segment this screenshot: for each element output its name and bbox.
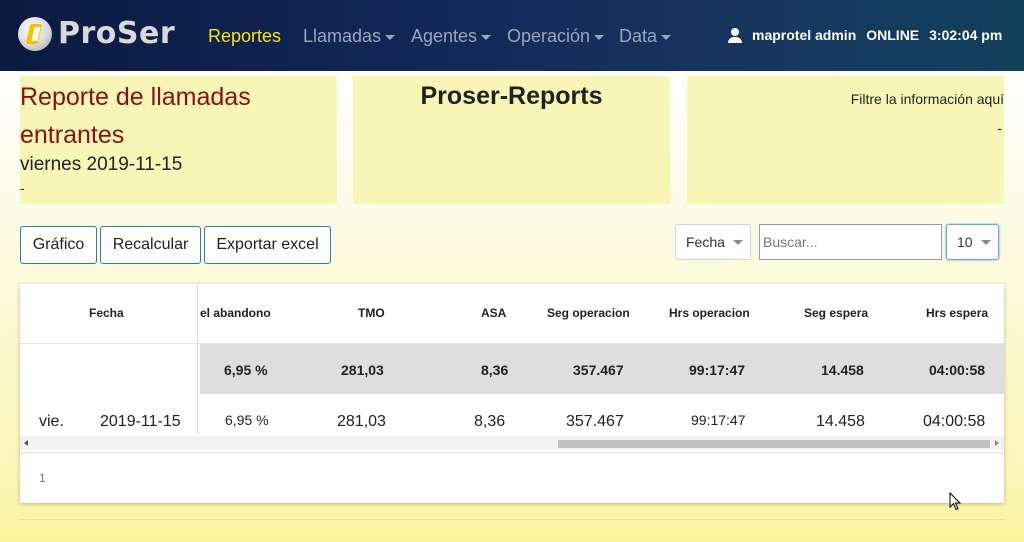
report-info-panel: Reporte de llamadas entrantes viernes 20… — [20, 76, 337, 204]
chevron-down-icon — [661, 34, 672, 40]
scroll-left-icon[interactable] — [24, 440, 28, 446]
total-cell: 99:17:47 — [689, 362, 746, 378]
column-header-seg-espera[interactable]: Seg espera — [804, 306, 868, 320]
user-icon — [728, 27, 742, 43]
export-excel-button[interactable]: Exportar excel — [204, 226, 331, 264]
user-name: maprotel admin — [752, 27, 857, 43]
horizontal-scrollbar[interactable] — [20, 436, 1004, 450]
row-cell: 281,03 — [337, 413, 386, 430]
column-header-asa[interactable]: ASA — [481, 306, 506, 320]
search-input[interactable]: Buscar... — [759, 224, 942, 260]
report-date: viernes 2019-11-15 — [20, 154, 183, 175]
nav-reportes[interactable]: Reportes — [208, 26, 281, 47]
filter-value: - — [997, 120, 1002, 136]
chevron-down-icon — [385, 34, 396, 40]
recalcular-button[interactable]: Recalcular — [100, 226, 201, 264]
nav-operacion-label: Operación — [507, 26, 591, 46]
mouse-cursor-icon — [949, 492, 961, 511]
brand-panel: Proser-Reports — [353, 76, 670, 204]
user-status: ONLINE — [866, 27, 920, 43]
scroll-right-icon[interactable] — [995, 440, 999, 446]
fixed-column-divider — [197, 284, 198, 434]
row-date: 2019-11-15 — [100, 413, 181, 430]
report-title: Reporte de llamadas entrantes — [20, 83, 251, 149]
top-navbar: ProSer Reportes Llamadas Agentes Operaci… — [0, 0, 1024, 71]
pagination-page[interactable]: 1 — [39, 471, 46, 485]
proser-logo[interactable]: ProSer — [18, 16, 175, 51]
row-cell: 8,36 — [474, 413, 506, 430]
user-area[interactable]: maprotel admin ONLINE 3:02:04 pm — [728, 27, 1002, 43]
total-cell: 8,36 — [481, 362, 509, 378]
column-header-abandono[interactable]: el abandono — [200, 306, 271, 320]
search-placeholder: Buscar... — [763, 234, 818, 250]
nav-data-label: Data — [619, 26, 658, 46]
column-filter-value: Fecha — [686, 234, 725, 250]
page-length-value: 10 — [957, 234, 973, 250]
column-header-seg-operacion[interactable]: Seg operacion — [547, 306, 630, 320]
column-header-hrs-operacion[interactable]: Hrs operacion — [669, 306, 750, 320]
nav-agentes[interactable]: Agentes — [411, 26, 492, 47]
grafico-button[interactable]: Gráfico — [20, 226, 97, 264]
row-cell: 357.467 — [566, 413, 624, 430]
logo-text: ProSer — [58, 16, 176, 51]
row-cell: 14.458 — [816, 413, 865, 430]
chevron-down-icon — [481, 34, 492, 40]
scroll-thumb[interactable] — [558, 440, 990, 448]
report-subtitle: - — [20, 180, 25, 196]
total-cell: 14.458 — [821, 362, 864, 378]
bottom-divider — [20, 519, 1004, 520]
row-cell: 99:17:47 — [691, 412, 746, 428]
clock-time: 3:02:04 pm — [929, 27, 1003, 43]
chevron-down-icon — [594, 34, 605, 40]
nav-llamadas-label: Llamadas — [303, 26, 382, 46]
chevron-down-icon — [732, 239, 743, 245]
row-day: vie. — [39, 413, 64, 430]
total-cell: 6,95 % — [224, 362, 268, 378]
nav-data[interactable]: Data — [619, 26, 672, 47]
row-cell: 04:00:58 — [923, 413, 986, 430]
total-cell: 04:00:58 — [929, 362, 986, 378]
nav-agentes-label: Agentes — [411, 26, 478, 46]
column-filter-select[interactable]: Fecha — [675, 224, 751, 260]
filter-hint: Filtre la información aquí — [850, 91, 1004, 107]
column-header-hrs-espera[interactable]: Hrs espera — [926, 306, 988, 320]
column-header-tmo[interactable]: TMO — [358, 306, 385, 320]
page-length-select[interactable]: 10 — [946, 224, 999, 260]
total-cell: 281,03 — [341, 362, 384, 378]
nav-operacion[interactable]: Operación — [507, 26, 605, 47]
report-table: Fecha el abandono TMO ASA Seg operacion … — [20, 284, 1004, 503]
chevron-down-icon — [980, 239, 991, 245]
page-title: Proser-Reports — [420, 82, 603, 110]
nav-reportes-label: Reportes — [208, 26, 282, 46]
footer-divider — [20, 452, 1004, 453]
filter-panel: Filtre la información aquí - — [687, 76, 1004, 204]
nav-llamadas[interactable]: Llamadas — [303, 26, 396, 47]
row-cell: 6,95 % — [225, 412, 269, 428]
column-header-fecha[interactable]: Fecha — [89, 306, 124, 320]
total-cell: 357.467 — [573, 362, 624, 378]
logo-icon — [18, 16, 52, 51]
